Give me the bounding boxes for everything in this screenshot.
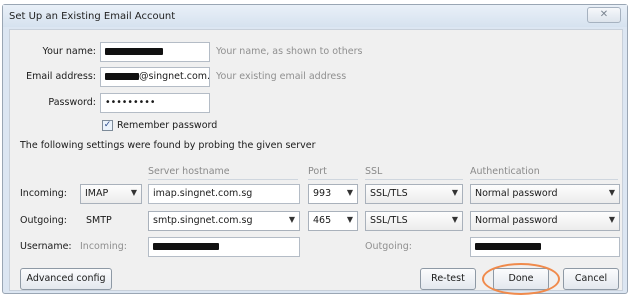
- chevron-down-icon: ▼: [608, 188, 615, 197]
- email-field[interactable]: @singnet.com.sg: [100, 67, 210, 87]
- outgoing-ssl-select[interactable]: SSL/TLS ▼: [365, 211, 463, 231]
- password-field[interactable]: •••••••••: [100, 93, 210, 113]
- outgoing-auth-value: Normal password: [475, 215, 558, 226]
- username-incoming-label: Incoming:: [80, 241, 128, 252]
- email-hint: Your existing email address: [216, 71, 347, 82]
- redacted-name: [105, 48, 163, 55]
- close-icon: ✕: [599, 9, 609, 20]
- chevron-down-icon: ▼: [288, 215, 295, 224]
- redacted-incoming-username: [153, 243, 219, 250]
- incoming-port-value: 993: [313, 188, 332, 199]
- incoming-protocol-select[interactable]: IMAP ▼: [80, 184, 142, 204]
- incoming-auth-select[interactable]: Normal password ▼: [470, 184, 620, 204]
- name-hint: Your name, as shown to others: [216, 46, 363, 57]
- dialog-title: Set Up an Existing Email Account: [9, 11, 176, 22]
- incoming-port-select[interactable]: 993 ▼: [308, 184, 358, 204]
- column-authentication: Authentication: [470, 166, 540, 177]
- outgoing-auth-select[interactable]: Normal password ▼: [470, 211, 620, 231]
- password-value: •••••••••: [105, 97, 156, 108]
- incoming-username-field[interactable]: [148, 237, 300, 257]
- cancel-button[interactable]: Cancel: [563, 268, 619, 290]
- redacted-email-user: [105, 73, 139, 80]
- advanced-config-button[interactable]: Advanced config: [20, 268, 112, 290]
- chevron-down-icon: ▼: [451, 188, 458, 197]
- outgoing-ssl-value: SSL/TLS: [370, 215, 408, 226]
- column-ssl: SSL: [365, 166, 383, 177]
- password-label: Password:: [48, 97, 96, 108]
- dialog-window: Set Up an Existing Email Account ✕ Your …: [2, 4, 628, 295]
- outgoing-port-select[interactable]: 465 ▼: [308, 211, 358, 231]
- chevron-down-icon: ▼: [451, 215, 458, 224]
- email-label: Email address:: [26, 71, 96, 82]
- name-label: Your name:: [42, 46, 96, 57]
- retest-button[interactable]: Re-test: [420, 268, 476, 290]
- chevron-down-icon: ▼: [346, 188, 353, 197]
- title-bar: Set Up an Existing Email Account ✕: [3, 5, 627, 27]
- remember-password-label[interactable]: Remember password: [117, 120, 217, 131]
- probe-message: The following settings were found by pro…: [20, 140, 316, 151]
- redacted-outgoing-username: [475, 243, 541, 250]
- separator: [148, 179, 298, 180]
- column-server-hostname: Server hostname: [148, 166, 230, 177]
- close-button[interactable]: ✕: [587, 7, 621, 23]
- dialog-body: Your name: Your name, as shown to others…: [9, 29, 623, 295]
- outgoing-protocol: SMTP: [86, 215, 112, 226]
- incoming-auth-value: Normal password: [475, 188, 558, 199]
- chevron-down-icon: ▼: [130, 188, 137, 197]
- separator: [365, 179, 463, 180]
- incoming-ssl-select[interactable]: SSL/TLS ▼: [365, 184, 463, 204]
- incoming-label: Incoming:: [20, 188, 68, 199]
- outgoing-hostname-select[interactable]: smtp.singnet.com.sg ▼: [148, 211, 300, 231]
- incoming-hostname-field[interactable]: imap.singnet.com.sg: [148, 184, 300, 204]
- outgoing-username-field[interactable]: [470, 237, 620, 257]
- done-highlight-circle: [482, 263, 560, 295]
- outgoing-label: Outgoing:: [20, 215, 67, 226]
- separator: [470, 179, 618, 180]
- chevron-down-icon: ▼: [346, 215, 353, 224]
- check-icon: ✓: [103, 120, 112, 130]
- name-field[interactable]: [100, 42, 210, 62]
- chevron-down-icon: ▼: [608, 215, 615, 224]
- incoming-ssl-value: SSL/TLS: [370, 188, 408, 199]
- remember-password-checkbox[interactable]: ✓: [102, 120, 113, 131]
- outgoing-hostname-value: smtp.singnet.com.sg: [153, 215, 253, 226]
- incoming-protocol-value: IMAP: [85, 188, 109, 199]
- incoming-hostname-value: imap.singnet.com.sg: [153, 188, 253, 199]
- username-label: Username:: [20, 241, 72, 252]
- column-port: Port: [308, 166, 327, 177]
- separator: [308, 179, 358, 180]
- email-domain: @singnet.com.sg: [139, 71, 210, 82]
- outgoing-port-value: 465: [313, 215, 332, 226]
- username-outgoing-label: Outgoing:: [365, 241, 412, 252]
